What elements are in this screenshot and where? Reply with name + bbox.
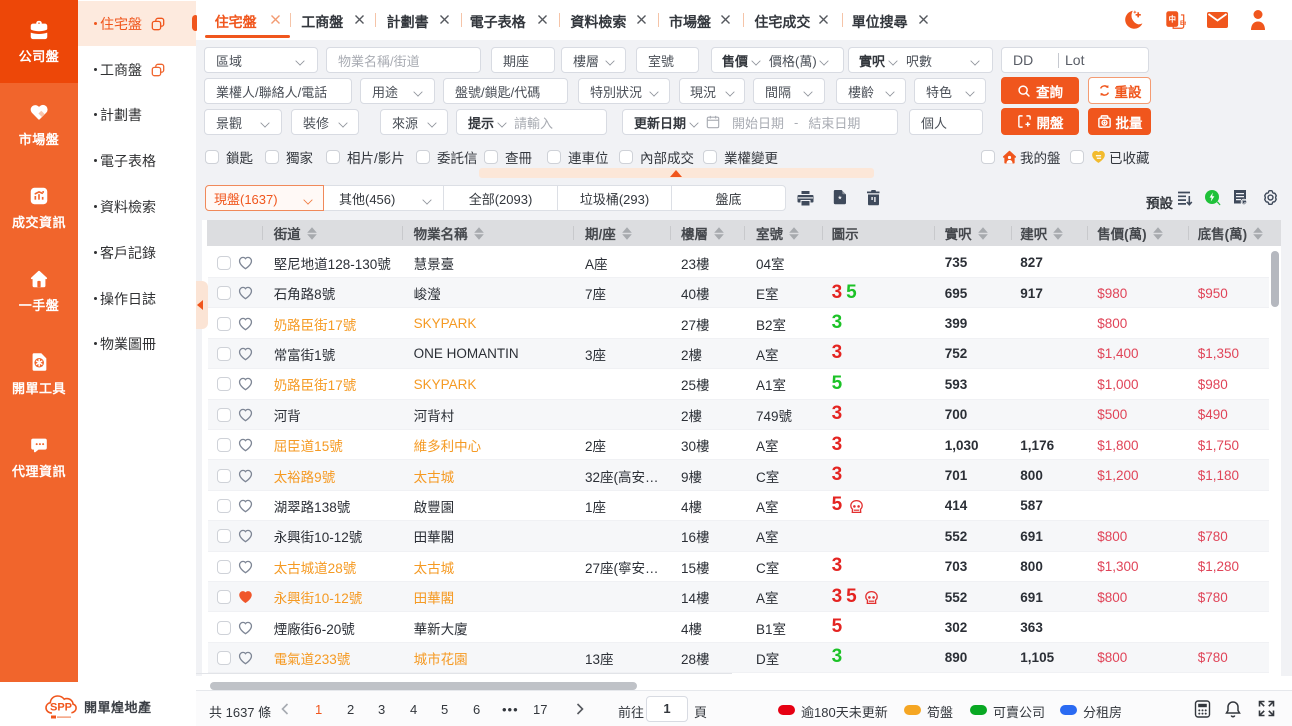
svg-text:SPP: SPP bbox=[50, 702, 72, 714]
svg-text:G: G bbox=[1242, 200, 1246, 206]
svg-text:中: 中 bbox=[1168, 14, 1175, 23]
svg-text:En: En bbox=[1180, 20, 1186, 27]
